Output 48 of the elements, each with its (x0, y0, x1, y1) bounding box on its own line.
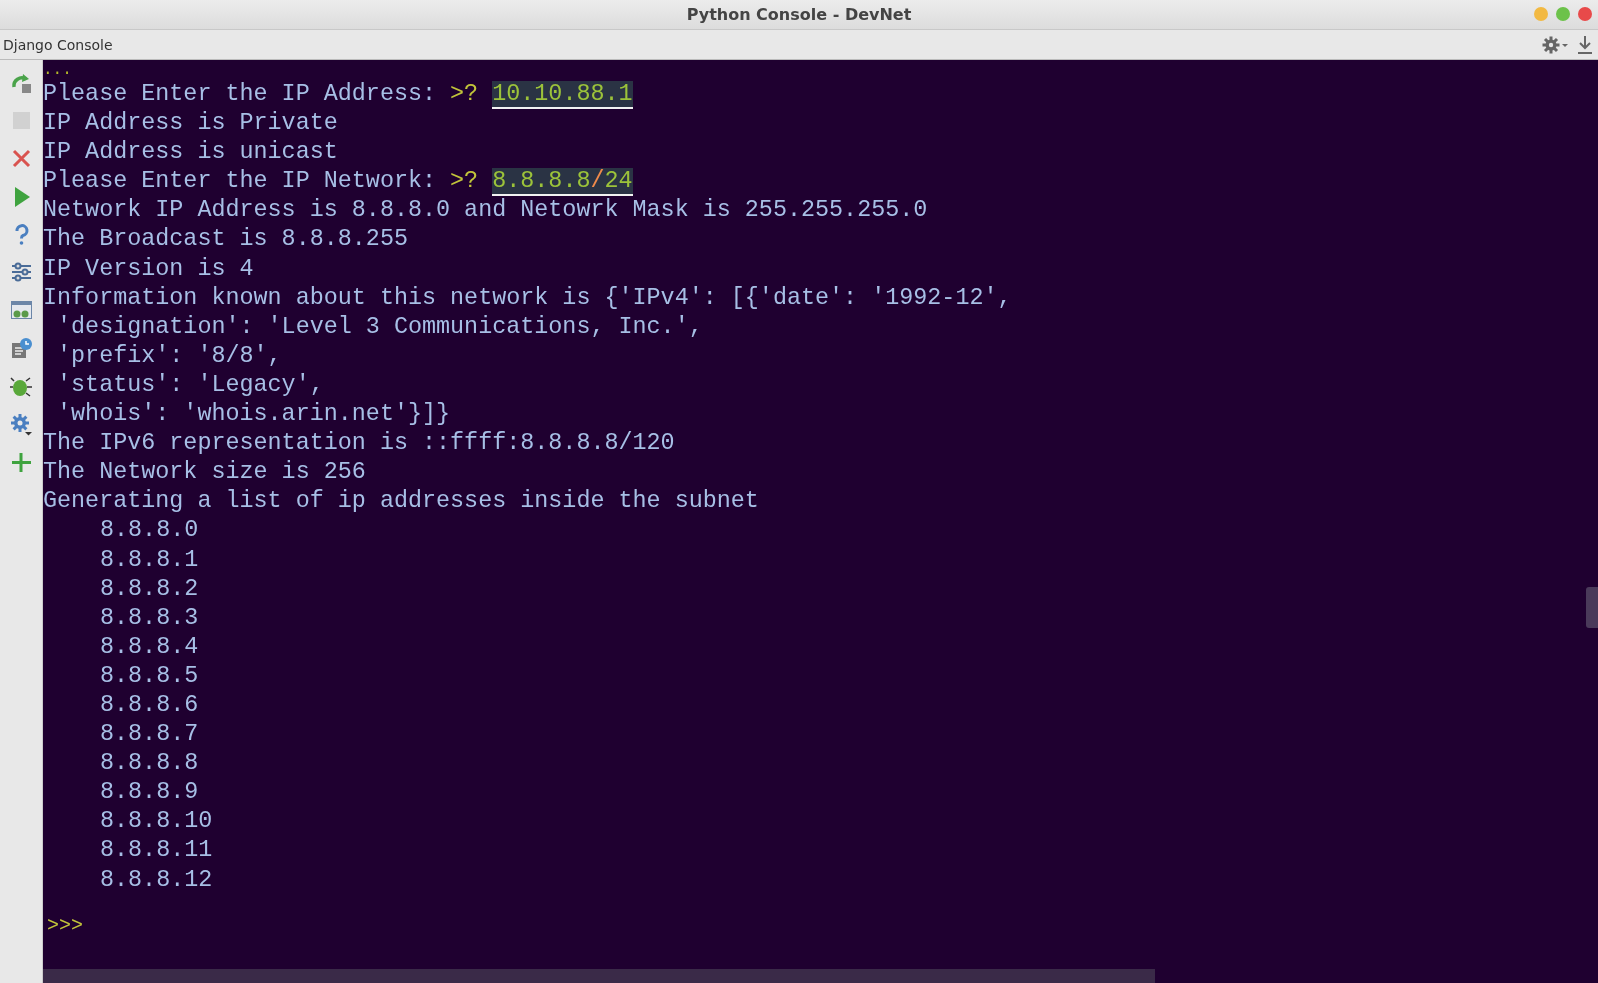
maximize-button[interactable] (1556, 7, 1570, 21)
sliders-icon[interactable] (9, 261, 33, 284)
output-line: The Broadcast is 8.8.8.255 (43, 225, 409, 255)
output-line: 8.8.8.1 (99, 545, 200, 575)
output-line: 8.8.8.0 (99, 516, 200, 546)
output-line: 8.8.8.8 (99, 749, 200, 779)
output-line: 'designation': 'Level 3 Communications, Inc.', (56, 312, 704, 342)
horizontal-scrollbar[interactable] (43, 969, 1155, 983)
output-line: 8.8.8.7 (99, 720, 200, 750)
output-line: The Network size is 256 (43, 458, 367, 488)
prompt-text: Please Enter the IP Address: (43, 81, 438, 107)
prompt-text: Please Enter the IP Network: (43, 168, 438, 195)
output-line: 8.8.8.4 (99, 632, 200, 662)
console-tab-label: Django Console (3, 36, 113, 53)
output-line: 8.8.8.2 (99, 574, 200, 604)
close-button[interactable] (1578, 7, 1592, 21)
rerun-icon[interactable] (9, 71, 33, 94)
input-value: 8.8.8.8/24 (492, 168, 633, 197)
add-icon[interactable] (9, 451, 33, 474)
output-line: 8.8.8.3 (99, 603, 200, 633)
output-line: 'prefix': '8/8', (56, 341, 283, 371)
input-value: 10.10.88.1 (492, 81, 633, 109)
output-line: Network IP Address is 8.8.8.0 and Netowrk Mask is 255.255.255.0 (43, 196, 929, 226)
output-line: Information known about this network is {'IPv4': [{'date': '1992-12', (43, 283, 1012, 313)
window-title: Python Console - DevNet (686, 5, 912, 24)
output-line: 8.8.8.10 (99, 807, 214, 837)
input-prompt: >? (450, 168, 480, 195)
continuation-marker: ... (43, 60, 73, 80)
output-line: IP Address is unicast (43, 138, 339, 168)
console-prompt: >>> (47, 914, 83, 937)
vertical-scrollbar[interactable] (1586, 587, 1598, 628)
output-line: 8.8.8.11 (99, 836, 214, 866)
settings-icon[interactable] (1542, 34, 1570, 55)
output-line: Generating a list of ip addresses inside the subnet (43, 487, 760, 517)
output-line: 8.8.8.9 (99, 778, 200, 808)
output-line: 8.8.8.5 (99, 661, 200, 691)
output-line: IP Address is Private (43, 109, 339, 139)
download-icon[interactable] (1576, 34, 1594, 55)
output-line: 8.8.8.6 (99, 690, 200, 720)
output-line: 8.8.8.12 (99, 865, 214, 895)
output-line: 'status': 'Legacy', (56, 370, 325, 400)
output-line: IP Version is 4 (43, 254, 255, 284)
document-clock-icon[interactable] (9, 337, 33, 360)
bug-icon[interactable] (9, 375, 33, 398)
input-prompt: >? (450, 81, 480, 107)
output-line: 'whois': 'whois.arin.net'}]} (56, 400, 452, 430)
settings-icon[interactable] (9, 413, 33, 436)
output-line: The IPv6 representation is ::ffff:8.8.8.8/120 (43, 429, 676, 459)
